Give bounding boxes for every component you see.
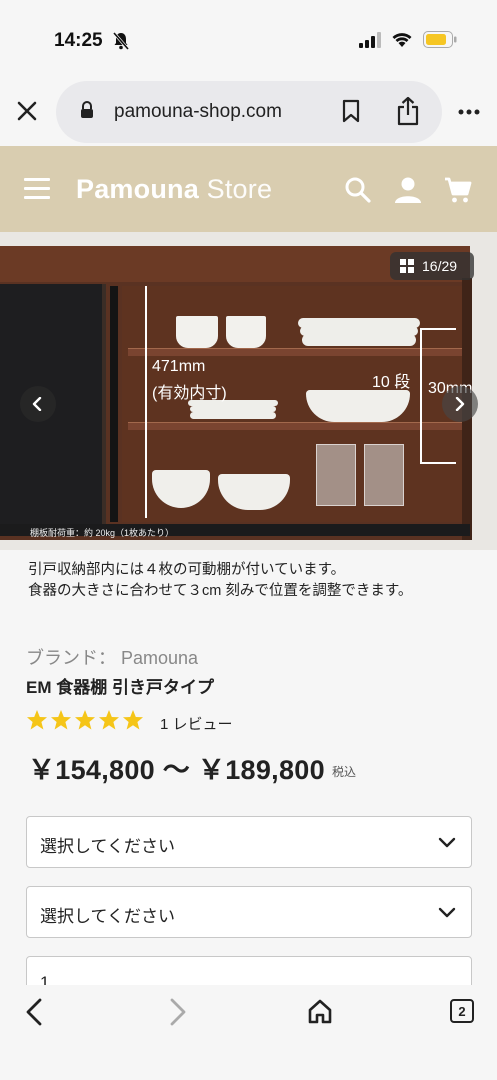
close-icon[interactable] — [12, 96, 42, 126]
steps-label: 10 段 — [372, 374, 411, 391]
product-title: EM 食器棚 引き戸タイプ — [26, 678, 214, 697]
chevron-left-icon — [32, 397, 42, 411]
chevron-right-icon — [455, 397, 465, 411]
height-label: 471mm — [152, 358, 206, 375]
prev-image-button[interactable] — [20, 386, 56, 422]
caption-line-1: 引戸収納部内には４枚の可動棚が付いています。 — [28, 562, 346, 578]
site-logo[interactable]: Pamouna Store — [76, 174, 272, 205]
back-icon[interactable] — [22, 997, 48, 1027]
photo-counter[interactable]: 16/29 — [390, 252, 474, 280]
cabinet-photo — [0, 246, 472, 540]
browser-bottom-bar: 2 — [0, 985, 497, 1080]
option-select-1[interactable]: 選択してください — [26, 816, 472, 868]
battery-icon — [423, 31, 457, 48]
home-icon[interactable] — [306, 997, 334, 1025]
forward-icon[interactable] — [164, 997, 190, 1027]
wifi-icon — [392, 33, 412, 47]
more-icon[interactable] — [458, 102, 482, 122]
bookmark-icon[interactable] — [342, 99, 360, 123]
brand-store: Store — [206, 174, 273, 204]
photo-index: 16/29 — [422, 258, 458, 274]
account-icon[interactable] — [394, 176, 422, 204]
browser-toolbar: pamouna-shop.com — [0, 80, 497, 146]
share-icon[interactable] — [396, 96, 420, 126]
option-select-2[interactable]: 選択してください — [26, 886, 472, 938]
review-count[interactable]: 1 レビュー — [160, 713, 233, 734]
status-time: 14:25 — [54, 30, 103, 51]
star-rating[interactable] — [26, 709, 144, 733]
grid-icon — [400, 259, 414, 273]
bell-muted-icon — [113, 32, 129, 50]
signal-icon — [359, 31, 381, 48]
cart-icon[interactable] — [444, 176, 472, 204]
status-bar: 14:25 — [0, 0, 497, 80]
image-caption: 引戸収納部内には４枚の可動棚が付いています。 食器の大きさに合わせて３cm 刻み… — [28, 560, 412, 602]
caption-line-2: 食器の大きさに合わせて３cm 刻みで位置を調整できます。 — [28, 583, 413, 599]
tax-note: 税込 — [332, 765, 357, 779]
lock-icon — [81, 101, 93, 118]
tabs-icon[interactable]: 2 — [450, 999, 474, 1023]
search-icon[interactable] — [344, 176, 372, 204]
address-bar[interactable]: pamouna-shop.com — [56, 81, 442, 143]
site-header: Pamouna Store — [0, 146, 497, 232]
product-image-carousel[interactable]: 471mm (有効内寸) 10 段 30mm 棚板耐荷重：約 20kg（1枚あた… — [0, 232, 497, 550]
height-sublabel: (有効内寸) — [152, 385, 227, 402]
brand-line[interactable]: ブランド： Pamouna — [26, 644, 198, 670]
select-1-value: 選択してください — [40, 837, 175, 856]
chevron-down-icon — [438, 907, 456, 918]
url-text: pamouna-shop.com — [114, 101, 282, 122]
price: ￥154,800 〜 ￥189,800 — [28, 755, 325, 785]
brand-name: Pamouna — [76, 174, 199, 204]
menu-icon[interactable] — [24, 178, 50, 200]
load-note: 棚板耐荷重：約 20kg（1枚あたり） — [30, 528, 175, 538]
select-2-value: 選択してください — [40, 907, 175, 926]
chevron-down-icon — [438, 837, 456, 848]
stars-icon — [27, 710, 143, 730]
next-image-button[interactable] — [442, 386, 478, 422]
